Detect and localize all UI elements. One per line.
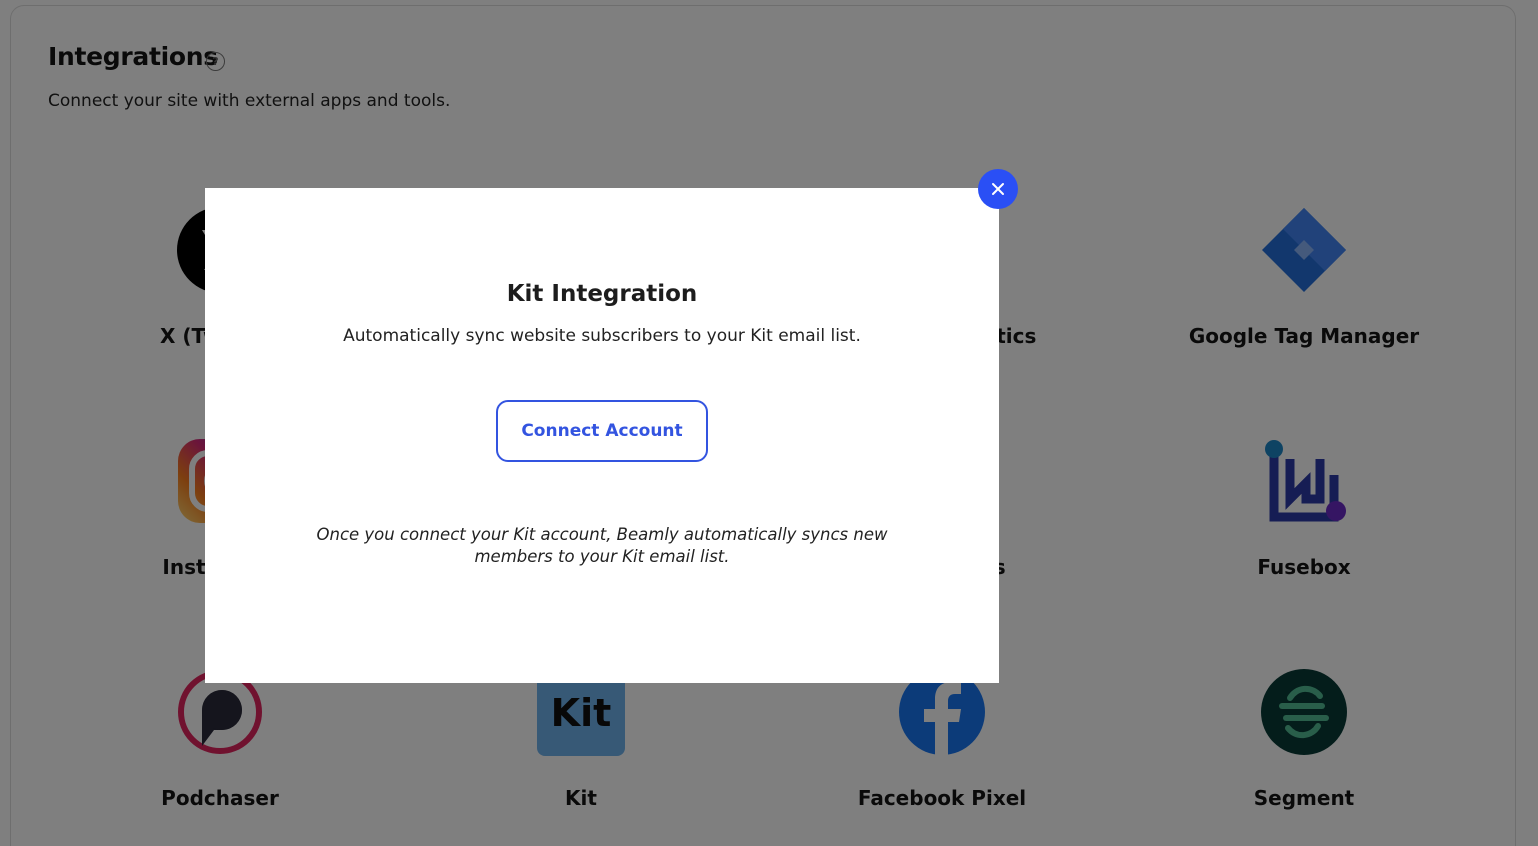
connect-account-button[interactable]: Connect Account (496, 400, 708, 462)
modal-title: Kit Integration (506, 281, 698, 307)
modal-note: Once you connect your Kit account, Beaml… (316, 525, 888, 566)
close-icon (992, 183, 1004, 195)
modal-description: Automatically sync website subscribers t… (343, 326, 861, 346)
kit-integration-modal: Kit Integration Automatically sync websi… (205, 188, 999, 683)
close-modal-button[interactable] (978, 169, 1018, 209)
